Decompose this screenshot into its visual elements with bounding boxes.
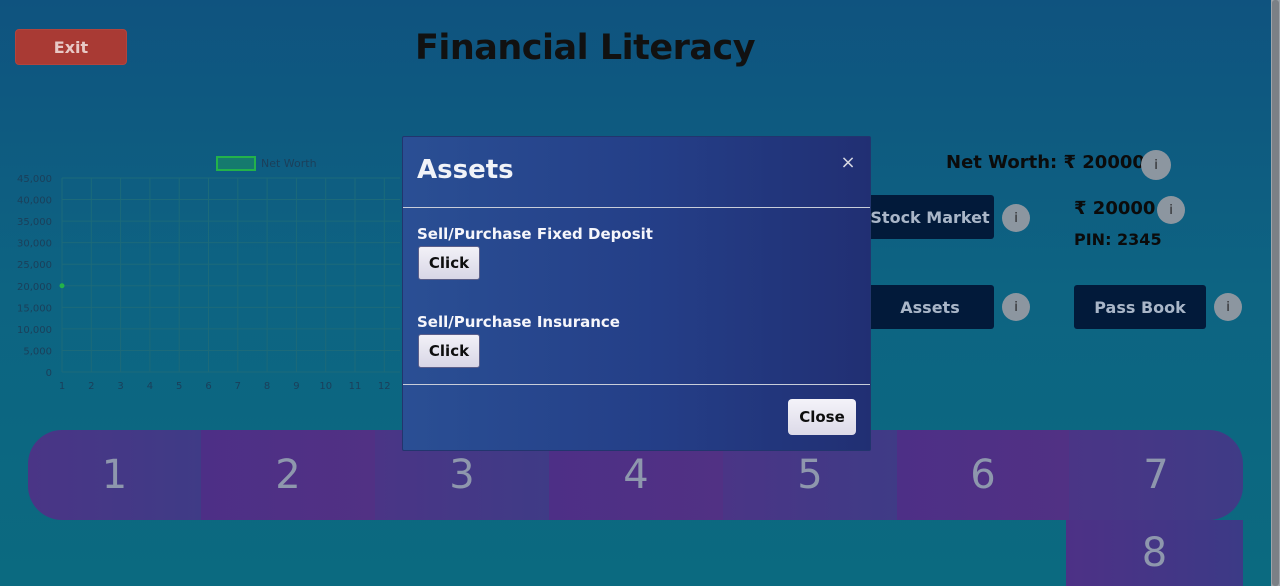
board-tile-1: 1 — [28, 430, 201, 520]
modal-footer-divider — [403, 384, 870, 385]
y-tick-label: 5,000 — [23, 346, 52, 357]
y-tick-label: 45,000 — [17, 174, 52, 185]
stock-market-button[interactable]: Stock Market — [866, 195, 994, 239]
y-tick-label: 0 — [46, 368, 52, 379]
exit-button[interactable]: Exit — [15, 29, 127, 65]
scrollbar[interactable] — [1271, 0, 1280, 586]
x-tick-label: 6 — [205, 381, 211, 392]
pass-book-button[interactable]: Pass Book — [1074, 285, 1206, 329]
pass-book-info-icon[interactable]: i — [1214, 293, 1242, 321]
legend-swatch — [216, 156, 256, 171]
y-tick-label: 20,000 — [17, 282, 52, 293]
x-tick-label: 2 — [88, 381, 94, 392]
insurance-label: Sell/Purchase Insurance — [417, 313, 620, 331]
y-tick-label: 15,000 — [17, 303, 52, 314]
net-worth-chart: 45,000 40,000 35,000 30,000 25,000 20,000 15,0… — [0, 150, 410, 400]
x-tick-label: 11 — [349, 381, 362, 392]
x-tick-label: 4 — [147, 381, 153, 392]
x-tick-label: 7 — [235, 381, 241, 392]
balance-info-icon[interactable]: i — [1157, 196, 1185, 224]
board-tile-2: 2 — [201, 430, 375, 520]
x-tick-label: 5 — [176, 381, 182, 392]
stock-market-info-icon[interactable]: i — [1002, 204, 1030, 232]
x-tick-label: 12 — [378, 381, 391, 392]
x-tick-label: 9 — [293, 381, 299, 392]
net-worth-point — [59, 283, 65, 289]
fixed-deposit-click-button[interactable]: Click — [418, 246, 480, 280]
net-worth-label: Net Worth: ₹ 20000 — [946, 152, 1145, 173]
x-tick-label: 1 — [59, 381, 65, 392]
pin-label: PIN: 2345 — [1074, 230, 1162, 249]
legend-label: Net Worth — [261, 157, 317, 170]
y-tick-label: 30,000 — [17, 239, 52, 250]
board-tile-8: 8 — [1066, 520, 1243, 586]
x-tick-label: 10 — [319, 381, 332, 392]
close-button[interactable]: Close — [788, 399, 856, 435]
y-tick-label: 25,000 — [17, 260, 52, 271]
board-tile-7: 7 — [1069, 430, 1243, 520]
x-tick-label: 8 — [264, 381, 270, 392]
assets-info-icon[interactable]: i — [1002, 293, 1030, 321]
modal-title: Assets — [417, 155, 514, 185]
y-tick-label: 40,000 — [17, 196, 52, 207]
scrollbar-thumb[interactable] — [1272, 0, 1279, 586]
board-tile-6: 6 — [897, 430, 1069, 520]
balance-label: ₹ 20000 — [1074, 198, 1156, 219]
assets-modal: Assets × Sell/Purchase Fixed Deposit Cli… — [402, 136, 871, 451]
net-worth-info-icon[interactable]: i — [1141, 150, 1171, 180]
modal-header-divider — [403, 207, 870, 208]
x-tick-label: 3 — [117, 381, 123, 392]
fixed-deposit-label: Sell/Purchase Fixed Deposit — [417, 225, 653, 243]
insurance-click-button[interactable]: Click — [418, 334, 480, 368]
y-tick-label: 10,000 — [17, 325, 52, 336]
page-title: Financial Literacy — [414, 28, 756, 68]
close-icon[interactable]: × — [840, 154, 856, 172]
chart-canvas: 45,00040,00035,00030,00025,00020,00015,0… — [17, 156, 400, 392]
assets-button[interactable]: Assets — [866, 285, 994, 329]
y-tick-label: 35,000 — [17, 217, 52, 228]
